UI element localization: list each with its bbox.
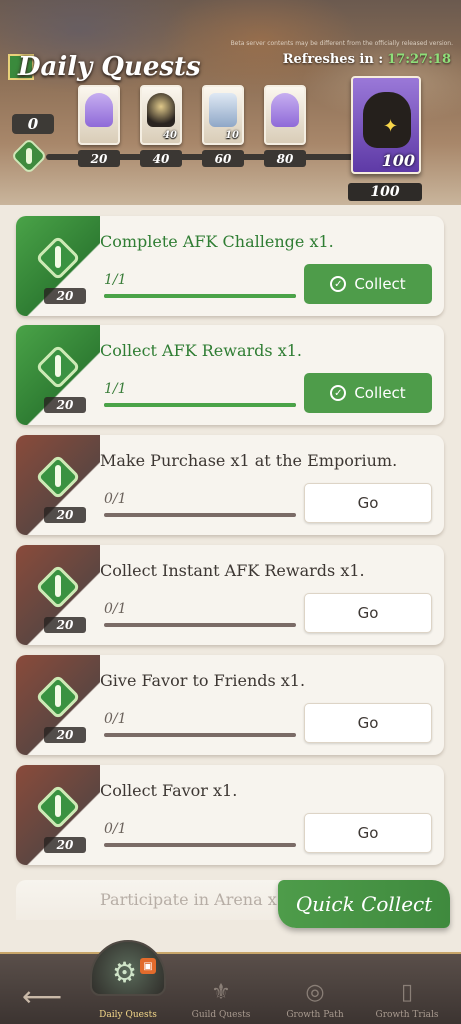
gear-icon: ⚙ — [112, 956, 138, 989]
header: Beta server contents may be different fr… — [0, 0, 461, 205]
quest-title: Collect Instant AFK Rewards x1. — [100, 561, 365, 580]
bottom-nav: ⟵ Daily Quests ⚜ Guild Quests ◎ Growth P… — [0, 952, 461, 1024]
quest-progress-bar — [104, 294, 296, 298]
nav-label: Daily Quests — [99, 1010, 157, 1020]
nav-label: Guild Quests — [191, 1010, 251, 1020]
quest-progress-bar — [104, 843, 296, 847]
go-button[interactable]: Go — [304, 703, 432, 743]
title-wrap: Daily Quests — [8, 52, 201, 82]
nav-label: Growth Trials — [375, 1010, 439, 1020]
quest-points: 20 — [44, 288, 86, 304]
milestone-chest-80[interactable] — [264, 85, 306, 145]
activity-point-icon-inner — [55, 465, 61, 487]
reward-count: 10 — [225, 130, 239, 141]
nav-item-growth-trials[interactable]: ▯ Growth Trials — [370, 954, 444, 1024]
refresh-time: 17:27:18 — [387, 52, 451, 67]
check-icon: ✓ — [330, 276, 347, 292]
quest-progress-bar — [104, 403, 296, 407]
activity-point-icon-inner — [55, 575, 61, 597]
go-button[interactable]: Go — [304, 813, 432, 853]
milestone-chest-40[interactable]: 40 — [140, 85, 182, 145]
refresh-label: Refreshes in : — [282, 52, 384, 67]
quest-progress: 1/1 — [104, 381, 127, 397]
quest-card: 20 Collect Instant AFK Rewards x1. 0/1 G… — [16, 545, 444, 645]
beta-disclaimer: Beta server contents may be different fr… — [230, 40, 453, 47]
refresh-timer: Refreshes in :17:27:18 — [283, 52, 451, 67]
quest-points: 20 — [44, 617, 86, 633]
quest-progress: 0/1 — [104, 601, 127, 617]
activity-point-icon-inner — [26, 148, 32, 164]
quest-points: 20 — [44, 397, 86, 413]
milestone-chest-60[interactable]: 10 — [202, 85, 244, 145]
current-points: 0 — [12, 114, 54, 134]
activity-point-icon-inner — [55, 685, 61, 707]
crystal-bag-icon — [147, 93, 175, 127]
milestone-chest-20[interactable] — [78, 85, 120, 145]
scroll-icon: ▯ — [400, 979, 414, 1005]
collect-label: Collect — [354, 275, 406, 293]
milestone-chest-100[interactable]: ✦ 100 — [351, 76, 421, 174]
quest-card: 20 Give Favor to Friends x1. 0/1 Go — [16, 655, 444, 755]
quest-title: Collect AFK Rewards x1. — [100, 341, 302, 360]
quest-card: 20 Complete AFK Challenge x1. 1/1 ✓ Coll… — [16, 216, 444, 316]
quest-title: Complete AFK Challenge x1. — [100, 232, 334, 251]
quest-progress: 1/1 — [104, 272, 127, 288]
gift-icon: ▣ — [140, 958, 156, 974]
quest-card: 20 Make Purchase x1 at the Emporium. 0/1… — [16, 435, 444, 535]
quest-progress-bar — [104, 733, 296, 737]
check-icon: ✓ — [330, 385, 347, 401]
quest-title: Collect Favor x1. — [100, 781, 238, 800]
milestone-label: 80 — [264, 150, 306, 167]
compass-icon: ◎ — [305, 979, 325, 1005]
collect-button[interactable]: ✓ Collect — [304, 264, 432, 304]
quest-progress-bar — [104, 623, 296, 627]
page-title: Daily Quests — [18, 52, 201, 82]
sparkle-icon: ✦ — [383, 116, 399, 137]
milestone-label: 20 — [78, 150, 120, 167]
quest-title: Give Favor to Friends x1. — [100, 671, 306, 690]
back-arrow-icon[interactable]: ⟵ — [22, 980, 62, 1013]
collect-button[interactable]: ✓ Collect — [304, 373, 432, 413]
milestone-label: 100 — [348, 183, 422, 201]
milestone-label: 40 — [140, 150, 182, 167]
quest-progress-bar — [104, 513, 296, 517]
reward-count: 100 — [381, 151, 415, 170]
purple-potion-icon — [271, 93, 299, 127]
quick-collect-button[interactable]: Quick Collect — [278, 880, 450, 928]
collect-label: Collect — [354, 384, 406, 402]
nav-item-growth-path[interactable]: ◎ Growth Path — [280, 954, 350, 1024]
quest-points: 20 — [44, 837, 86, 853]
purple-potion-icon — [85, 93, 113, 127]
guild-crest-icon: ⚜ — [211, 979, 231, 1005]
quest-progress: 0/1 — [104, 821, 127, 837]
quest-points: 20 — [44, 507, 86, 523]
nav-item-guild-quests[interactable]: ⚜ Guild Quests — [186, 954, 256, 1024]
quest-title: Make Purchase x1 at the Emporium. — [100, 451, 398, 470]
activity-point-icon-inner — [55, 795, 61, 817]
nav-label: Growth Path — [286, 1010, 344, 1020]
quest-card: 20 Collect Favor x1. 0/1 Go — [16, 765, 444, 865]
go-button[interactable]: Go — [304, 593, 432, 633]
milestone-label: 60 — [202, 150, 244, 167]
quest-progress: 0/1 — [104, 711, 127, 727]
activity-point-icon-inner — [55, 355, 61, 377]
reward-count: 40 — [163, 130, 177, 141]
silver-crystal-icon — [209, 93, 237, 127]
quest-title: Participate in Arena x — [100, 890, 277, 909]
quest-card: 20 Collect AFK Rewards x1. 1/1 ✓ Collect — [16, 325, 444, 425]
quest-points: 20 — [44, 727, 86, 743]
activity-point-icon-inner — [55, 246, 61, 268]
quest-progress: 0/1 — [104, 491, 127, 507]
go-button[interactable]: Go — [304, 483, 432, 523]
